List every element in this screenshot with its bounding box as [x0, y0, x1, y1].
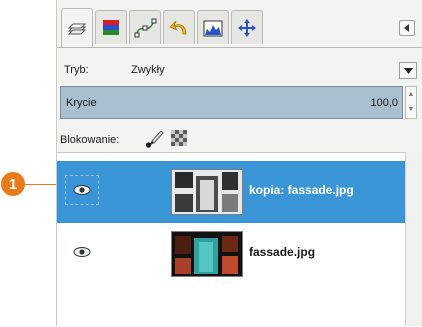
layers-list: kopia: fassade.jpg fassade.jpg — [57, 152, 406, 327]
mode-select[interactable]: Zwykły — [131, 64, 165, 76]
chevron-left-icon — [404, 24, 409, 32]
channels-icon — [103, 19, 119, 35]
lock-pixels-icon[interactable] — [143, 129, 165, 149]
opacity-spin-buttons[interactable]: ▲ ▼ — [405, 86, 417, 119]
layer-visibility-toggle[interactable] — [65, 175, 99, 205]
opacity-value[interactable]: 100,0 — [370, 97, 398, 109]
tab-undo-history[interactable] — [163, 10, 195, 44]
layers-scrollbar[interactable] — [405, 152, 422, 326]
layer-name[interactable]: fassade.jpg — [249, 245, 315, 259]
lock-row: Blokowanie: — [57, 126, 422, 150]
facade-gray-thumbnail — [172, 170, 242, 214]
chevron-down-icon — [403, 67, 413, 74]
dock-menu-button[interactable] — [399, 20, 415, 36]
facade-color-thumbnail — [172, 232, 242, 276]
paths-icon — [134, 18, 157, 37]
layer-name[interactable]: kopia: fassade.jpg — [249, 183, 354, 197]
layer-visibility-toggle[interactable] — [65, 237, 99, 267]
lock-label: Blokowanie: — [60, 134, 120, 146]
tab-histogram[interactable] — [197, 10, 229, 44]
layer-row[interactable]: fassade.jpg — [57, 223, 406, 285]
tab-pointer[interactable] — [231, 10, 263, 44]
undo-history-icon — [169, 20, 187, 34]
pointer-move-icon — [238, 18, 256, 37]
callout-marker: 1 — [1, 172, 25, 196]
layer-thumbnail — [171, 231, 243, 277]
mode-dropdown-button[interactable] — [399, 62, 417, 79]
layer-row[interactable]: kopia: fassade.jpg — [57, 161, 406, 223]
tab-layers[interactable] — [61, 8, 93, 48]
opacity-label: Krycie — [66, 97, 97, 109]
layers-dock-panel: Tryb: Zwykły Krycie 100,0 ▲ ▼ Blokowanie: — [56, 0, 422, 327]
tabs-divider — [57, 47, 422, 48]
eye-icon — [73, 247, 91, 257]
eye-icon — [73, 185, 91, 195]
dock-tabs — [57, 0, 422, 48]
layer-thumbnail — [171, 169, 243, 215]
tab-paths[interactable] — [129, 10, 161, 44]
histogram-icon — [203, 20, 223, 36]
mode-label: Tryb: — [64, 64, 89, 76]
mode-row: Tryb: Zwykły — [57, 58, 422, 80]
lock-alpha-icon[interactable] — [171, 130, 187, 146]
opacity-slider[interactable]: Krycie 100,0 — [60, 86, 403, 119]
tab-channels[interactable] — [95, 10, 127, 44]
layers-icon — [67, 23, 87, 34]
